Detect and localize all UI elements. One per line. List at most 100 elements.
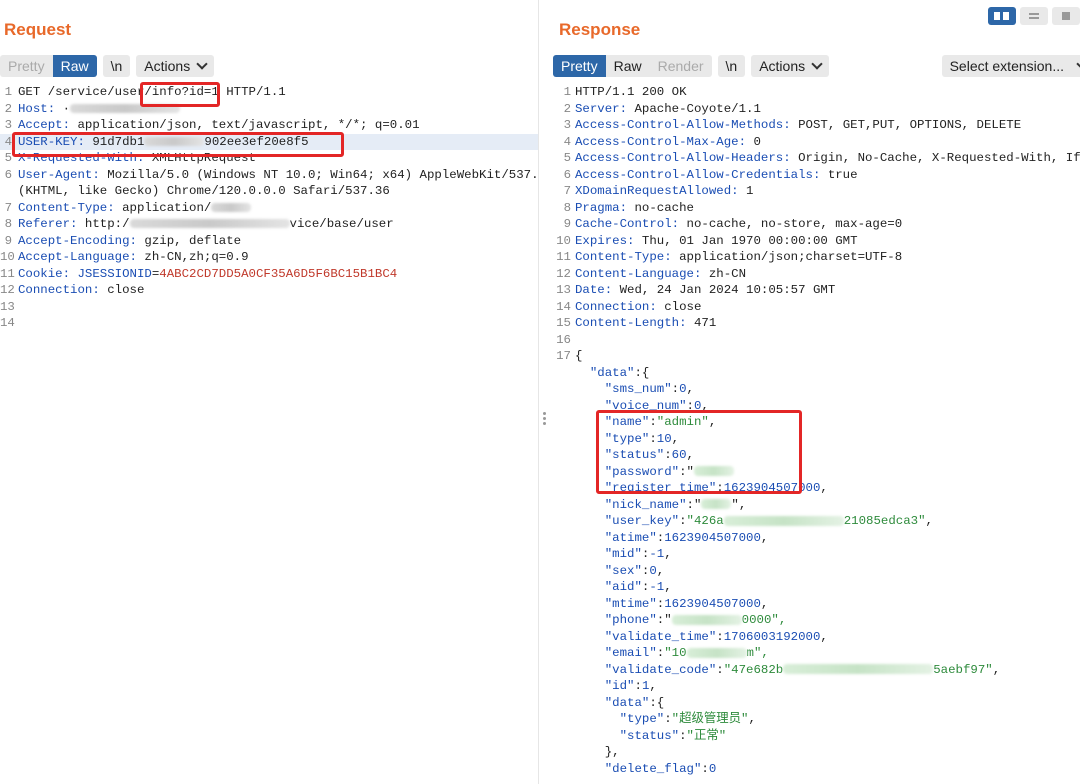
code-token: Thu, 01 Jan 1970 00:00:00 GMT [641,233,858,248]
request-actions-button[interactable]: Actions [136,55,215,77]
code-token: Content-Length: [575,316,694,330]
select-extension-label: Select extension... [949,58,1064,74]
line-number: 8 [563,200,571,215]
code-token: application/json, text/javascript, */*; … [77,118,420,132]
code-line: 3 Accept: application/json, text/javascri… [0,117,538,134]
code-token: Mozilla/5.0 (Windows NT 10.0; Win64; x64… [107,167,538,182]
code-token: Apache-Coyote/1.1 [634,101,761,116]
newline-toggle-button[interactable]: \n [717,55,746,77]
code-token: Wed, 24 Jan 2024 10:05:57 GMT [619,283,836,297]
redacted-text [211,202,252,212]
code-token: "register_time" [575,481,717,495]
code-token: "47e682b [723,662,784,677]
request-editor[interactable]: 1 GET /service/user/info?id=1 HTTP/1.1 2 Ho… [0,84,538,332]
code-token: Accept-Encoding: [18,233,145,248]
request-pane: Request Pretty Raw \n Actions 1 GET /serv… [0,0,538,784]
code-token: 4ABC2CD7DD5A0CF35A6D5F6BC15B1BC4 [159,266,398,281]
code-line: 3 Access-Control-Allow-Methods: POST, GET… [553,117,1080,134]
single-view-icon[interactable] [1052,7,1080,25]
code-token: 0000", [741,613,787,627]
code-token: "name" [575,415,650,429]
tab-pretty[interactable]: Pretty [0,55,53,77]
line-number: 2 [4,101,12,116]
code-token: "正常" [686,728,727,743]
code-token: zh-CN [708,266,747,281]
code-token: Access-Control-Allow-Headers: [575,151,799,165]
code-line: 6 User-Agent: Mozilla/5.0 (Windows NT 10.… [0,167,538,184]
code-token: }, [575,745,620,759]
code-line: 17 { [553,348,1080,365]
code-token: "type" [575,712,665,726]
response-editor[interactable]: 1 HTTP/1.1 200 OK 2 Server: Apache-Coyote/1… [553,84,1080,777]
code-token: 1623904507000 [723,481,821,495]
line-number: 11 [0,266,15,281]
code-token: { [575,349,583,363]
code-line: 13 Date: Wed, 24 Jan 2024 10:05:57 GMT [553,282,1080,299]
code-token: , [664,580,672,594]
code-token: 902ee3ef20e8f5 [204,134,309,149]
code-token: "admin" [656,415,709,429]
code-line: "validate_code":"47e682b 5aebf97", [553,662,1080,679]
layout-toggle [988,7,1080,25]
code-token: Referer: [18,217,85,231]
redacted-text [70,103,181,113]
line-number: 8 [4,217,12,231]
code-token: User-Agent: [18,167,108,182]
chevron-down-icon [1076,58,1080,70]
code-token: vice/base/user [289,217,394,231]
newline-toggle-button[interactable]: \n [102,55,131,77]
select-extension-dropdown[interactable]: Select extension... [941,55,1080,77]
line-number: 4 [563,134,571,149]
code-token: : [649,415,657,429]
code-token: Access-Control-Allow-Credentials: [575,167,828,182]
code-line: "status":60, [553,447,1080,464]
actions-label: Actions [144,58,191,74]
code-token: · [62,101,71,116]
code-token: zh-CN,zh;q=0.9 [144,250,249,264]
code-line: "type":10, [553,431,1080,448]
code-token: : [716,481,724,495]
code-line: 13 [0,299,538,316]
code-line: 2 Server: Apache-Coyote/1.1 [553,101,1080,118]
code-line: 11 Cookie: JSESSIONID=4ABC2CD7DD5A0CF35A6… [0,266,538,283]
code-token: JSESSIONID [77,266,152,281]
code-token: gzip, deflate [144,233,242,248]
tab-raw[interactable]: Raw [52,55,97,77]
code-line: 12 Content-Language: zh-CN [553,266,1080,283]
code-token: "sms_num" [575,382,672,396]
code-token: "426a [686,514,724,528]
code-line: 10 Expires: Thu, 01 Jan 1970 00:00:00 GMT [553,233,1080,250]
code-token: Cookie: [18,266,78,281]
code-token: 0 [753,134,761,149]
code-token: "超级管理员" [671,712,749,726]
code-line: "validate_time":1706003192000, [553,629,1080,646]
code-token: GET /service/user/ [18,85,152,99]
code-token: ", [731,497,747,512]
code-token: X-Requested-With: [18,151,152,165]
code-line: 14 [0,315,538,332]
code-token: XDomainRequestAllowed: [575,184,747,198]
code-token: 0 [679,382,687,396]
code-line: "password":" [553,464,1080,481]
code-token: Origin, No-Cache, X-Requested-With, If-M… [798,151,1080,165]
redacted-text [701,499,732,510]
response-actions-button[interactable]: Actions [751,55,830,77]
line-number: 4 [4,134,12,149]
code-token: :" [656,613,672,627]
code-line: "nick_name":" ", [553,497,1080,514]
split-view-icon[interactable] [988,7,1016,25]
tab-raw[interactable]: Raw [605,55,650,77]
line-number: 2 [563,101,571,116]
code-token: "sex" [575,563,642,578]
tab-render[interactable]: Render [649,55,712,77]
redacted-text [671,614,742,625]
response-pane: Response Pretty Raw Render \n Actions Se… [550,0,1080,784]
code-token: :" [679,464,694,479]
horizontal-view-icon[interactable] [1020,7,1048,25]
code-line: "id":1, [553,678,1080,695]
code-line: "phone":" 0000", [553,612,1080,629]
code-token: 1623904507000 [664,530,761,545]
code-token: "password" [575,464,680,479]
tab-pretty[interactable]: Pretty [553,55,606,77]
code-token: "phone" [575,613,657,627]
